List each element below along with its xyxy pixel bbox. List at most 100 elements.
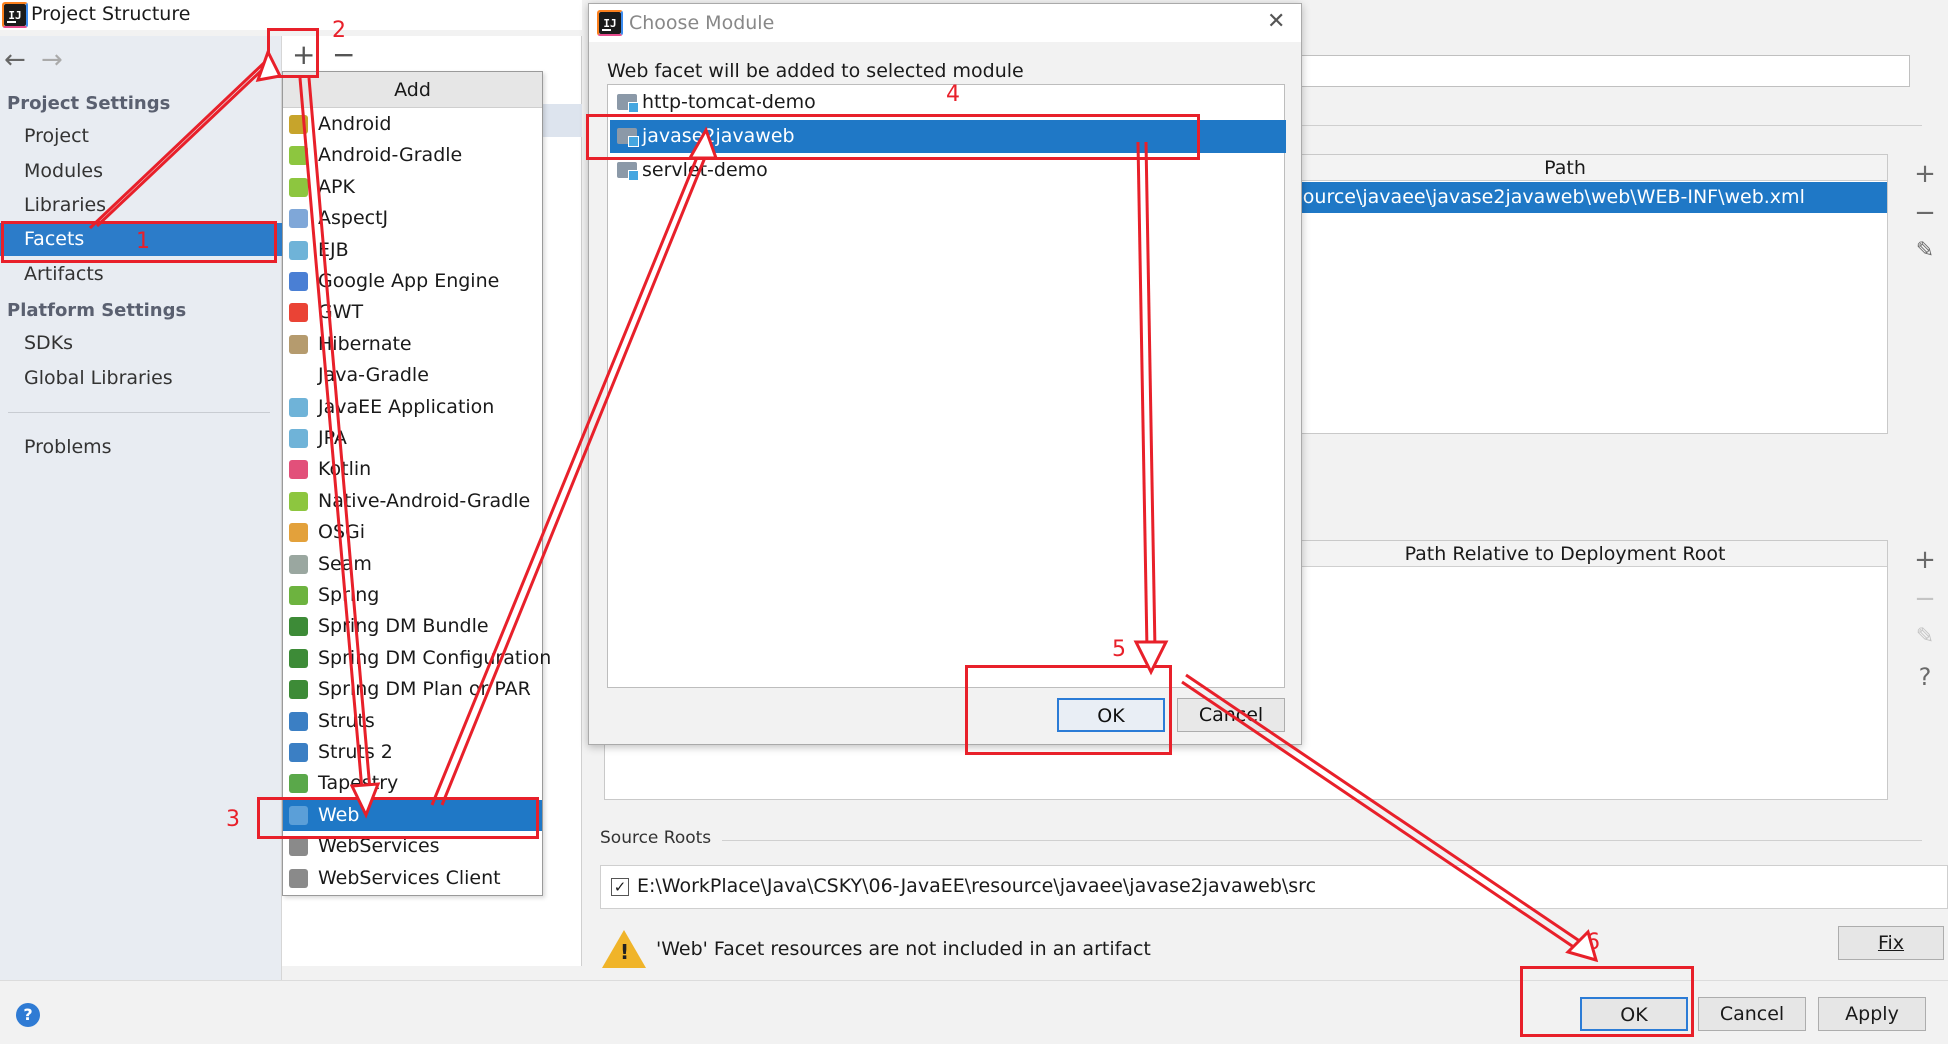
annotation-box-main-ok	[1520, 966, 1694, 1037]
source-root-checkbox[interactable]: ✓	[611, 878, 629, 896]
gear-icon	[289, 711, 308, 731]
annotation-box-dialog-ok	[965, 665, 1172, 755]
hibernate-icon	[289, 334, 308, 354]
dialog-title: Choose Module	[629, 12, 775, 34]
android-robot-icon	[289, 177, 308, 197]
android-robot-icon	[289, 146, 308, 166]
module-list: http-tomcat-demo javase2javaweb servlet-…	[607, 84, 1286, 688]
add-popup-item-label: AspectJ	[318, 207, 389, 230]
add-popup-item-gwt[interactable]: GWT	[283, 297, 542, 328]
add-popup-item-webservices-client[interactable]: WebServices Client	[283, 863, 542, 894]
step-2-label: 2	[332, 18, 346, 43]
deployment-descriptors-table: Path E:\resource\javaee\javase2javaweb\w…	[1242, 154, 1888, 434]
dialog-close-icon[interactable]: ✕	[1267, 9, 1285, 34]
add-popup-item-spring-dm-plan-or-par[interactable]: Spring DM Plan or PAR	[283, 674, 542, 705]
intellij-app-icon: IJ	[2, 2, 28, 28]
add-popup-item-jpa[interactable]: JPA	[283, 423, 542, 454]
dialog-message: Web facet will be added to selected modu…	[607, 60, 1024, 82]
edit-web-resource-pencil-icon[interactable]: ✎	[1910, 622, 1940, 652]
add-popup-item-javaee-application[interactable]: JavaEE Application	[283, 392, 542, 423]
step-1-label: 1	[136, 229, 150, 254]
add-popup-item-struts-2[interactable]: Struts 2	[283, 737, 542, 768]
tapestry-icon	[289, 774, 308, 794]
sidebar-item-project[interactable]: Project	[0, 120, 282, 153]
add-popup-item-apk[interactable]: APK	[283, 172, 542, 203]
android-robot-icon	[289, 491, 308, 511]
window-title: Project Structure	[31, 3, 191, 25]
add-popup-item-label: Struts	[318, 709, 375, 732]
add-popup-item-label: Google App Engine	[318, 270, 500, 292]
gear-icon	[289, 743, 308, 762]
app-engine-icon	[289, 272, 308, 291]
add-popup-item-android[interactable]: Android	[283, 109, 542, 140]
descriptor-row[interactable]: E:\resource\javaee\javase2javaweb\web\WE…	[1243, 182, 1887, 213]
sidebar-item-modules[interactable]: Modules	[0, 155, 282, 188]
cancel-button[interactable]: Cancel	[1698, 997, 1806, 1031]
add-popup-item-kotlin[interactable]: Kotlin	[283, 454, 542, 485]
add-popup-item-seam[interactable]: Seam	[283, 549, 542, 580]
add-popup-item-label: Tapestry	[318, 772, 399, 795]
sidebar-item-global-libraries[interactable]: Global Libraries	[0, 362, 282, 395]
dialog-title-bar: IJ Choose Module ✕	[589, 4, 1301, 42]
kotlin-icon	[289, 460, 308, 480]
add-popup-item-ejb[interactable]: EJB	[283, 235, 542, 266]
add-popup-header: Add	[283, 72, 542, 108]
remove-web-resource-button[interactable]: −	[1910, 584, 1940, 614]
add-descriptor-button[interactable]: +	[1910, 159, 1940, 189]
remove-descriptor-button[interactable]: −	[1910, 198, 1940, 228]
add-popup-item-tapestry[interactable]: Tapestry	[283, 768, 542, 799]
add-popup-item-spring[interactable]: Spring	[283, 580, 542, 611]
source-roots-divider	[722, 840, 1922, 841]
javaee-icon	[289, 397, 308, 417]
forward-arrow-icon[interactable]: →	[41, 45, 63, 75]
sidebar-item-sdks[interactable]: SDKs	[0, 327, 282, 360]
warning-exclamation: !	[620, 940, 630, 964]
back-arrow-icon[interactable]: ←	[4, 45, 26, 75]
annotation-box-add	[267, 28, 319, 78]
module-folder-icon	[617, 94, 639, 113]
add-popup-item-label: Java-Gradle	[318, 364, 429, 387]
spring-dm-icon	[289, 680, 308, 700]
sidebar-item-libraries[interactable]: Libraries	[0, 189, 282, 222]
add-popup-item-aspectj[interactable]: AspectJ	[283, 203, 542, 234]
edit-descriptor-pencil-icon[interactable]: ✎	[1910, 236, 1940, 266]
dialog-cancel-button[interactable]: Cancel	[1177, 698, 1285, 732]
spring-dm-icon	[289, 648, 308, 668]
add-popup-item-spring-dm-bundle[interactable]: Spring DM Bundle	[283, 611, 542, 642]
add-popup-item-struts[interactable]: Struts	[283, 706, 542, 737]
add-popup-item-java-gradle[interactable]: Java-Gradle	[283, 360, 542, 391]
jpa-icon	[289, 429, 308, 448]
apply-button[interactable]: Apply	[1818, 997, 1926, 1031]
blank-icon	[289, 366, 308, 385]
add-popup-item-label: JavaEE Application	[318, 395, 495, 418]
module-label: servlet-demo	[642, 159, 768, 181]
source-roots-list: ✓ E:\WorkPlace\Java\CSKY\06-JavaEE\resou…	[600, 865, 1948, 909]
sidebar-divider	[8, 412, 270, 413]
android-icon	[289, 115, 308, 134]
add-popup-item-google-app-engine[interactable]: Google App Engine	[283, 266, 542, 297]
annotation-box-web	[257, 797, 539, 839]
facet-name-field[interactable]	[1297, 55, 1910, 87]
add-popup-item-label: Struts 2	[318, 741, 393, 763]
web-resource-directories-table: Path Relative to Deployment Root	[1242, 540, 1888, 800]
add-web-resource-button[interactable]: +	[1910, 545, 1940, 575]
google-g-icon	[289, 303, 308, 323]
path-column-header: Path	[1243, 155, 1887, 181]
add-popup-item-label: Hibernate	[318, 332, 412, 355]
add-popup-item-label: Kotlin	[318, 458, 372, 481]
settings-sidebar: ← → Project Settings Project Modules Lib…	[0, 36, 282, 980]
sidebar-item-problems[interactable]: Problems	[0, 431, 282, 464]
project-settings-header: Project Settings	[7, 93, 171, 114]
add-popup-item-spring-dm-configuration[interactable]: Spring DM Configuration	[283, 643, 551, 674]
add-popup-item-label: APK	[318, 175, 355, 198]
add-popup-item-hibernate[interactable]: Hibernate	[283, 329, 542, 360]
add-popup-item-label: Android-Gradle	[318, 144, 463, 167]
add-popup-item-android-gradle[interactable]: Android-Gradle	[283, 140, 542, 171]
add-popup-item-native-android-gradle[interactable]: Native-Android-Gradle	[283, 486, 542, 517]
fix-button[interactable]: Fix	[1838, 926, 1944, 960]
add-popup-item-label: WebServices Client	[318, 866, 501, 889]
help-icon[interactable]: ?	[16, 1003, 40, 1027]
module-folder-icon	[617, 162, 639, 181]
help-question-icon[interactable]: ?	[1910, 662, 1940, 692]
add-popup-item-osgi[interactable]: OSGi	[283, 517, 542, 548]
